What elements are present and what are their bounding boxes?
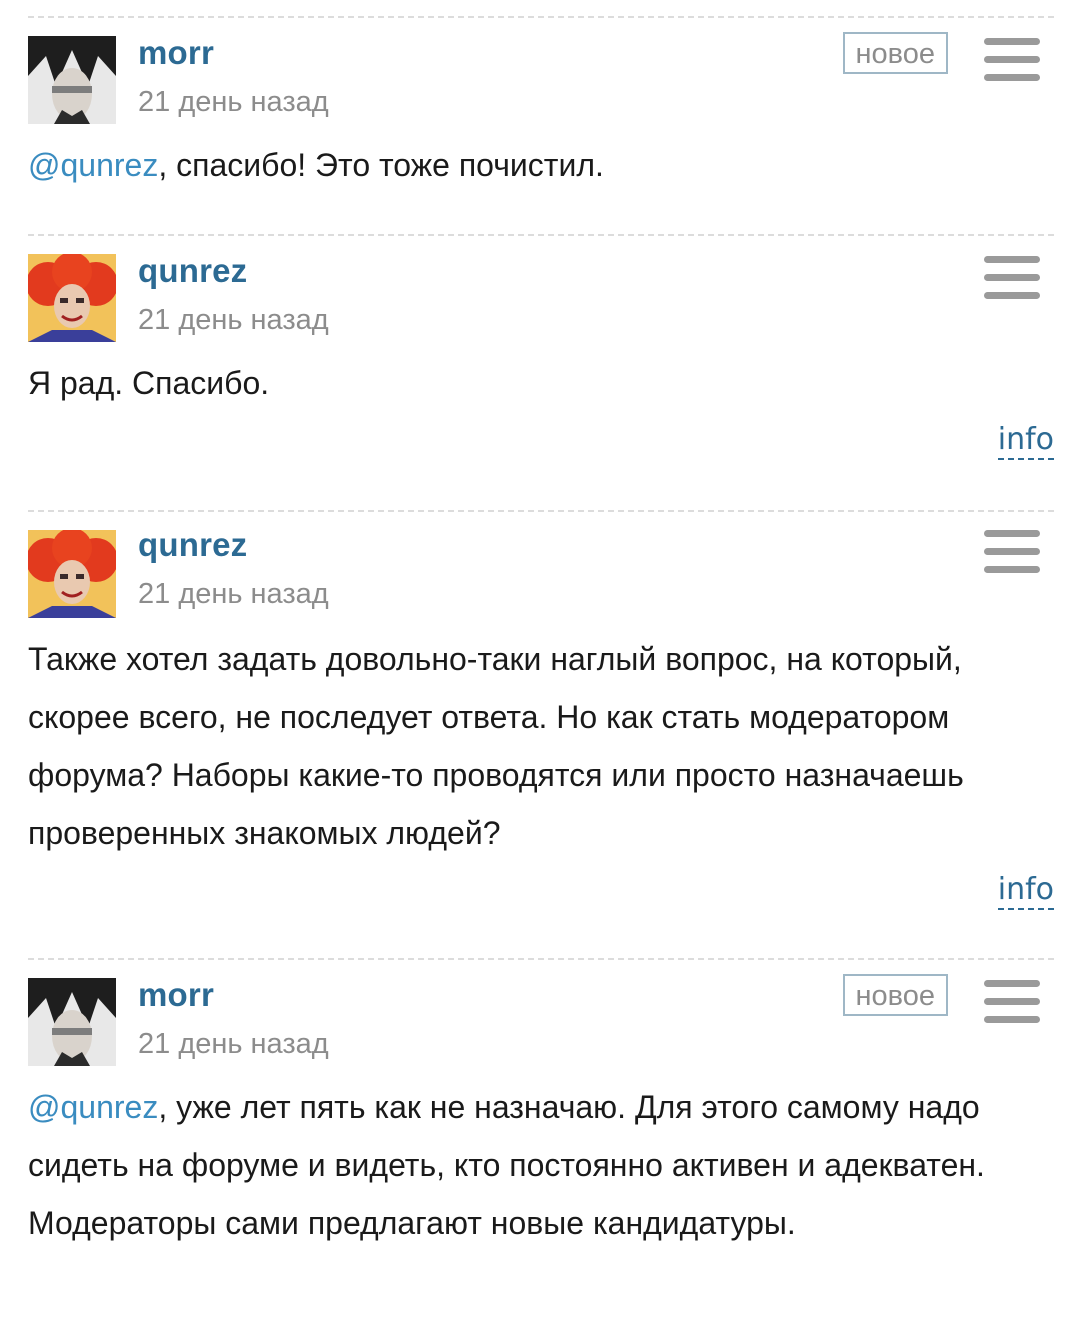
- comment-body: , спасибо! Это тоже почистил.: [158, 147, 604, 183]
- comment: qunrez 21 день назад Также хотел задать …: [28, 510, 1054, 932]
- new-badge: новое: [842, 32, 948, 74]
- avatar-morr[interactable]: [28, 978, 116, 1066]
- new-badge: новое: [842, 974, 948, 1016]
- comment: morr 21 день назад новое @qunrez, спасиб…: [28, 16, 1054, 218]
- avatar-qunrez[interactable]: [28, 254, 116, 342]
- hamburger-menu-icon[interactable]: [984, 980, 1040, 1024]
- comment-body: , уже лет пять как не назначаю. Для этог…: [28, 1089, 985, 1241]
- avatar-qunrez[interactable]: [28, 530, 116, 618]
- comment-text: Я рад. Спасибо.: [28, 365, 270, 401]
- anime-avatar-icon: [28, 978, 116, 1066]
- clown-avatar-icon: [28, 254, 116, 342]
- comment-time: 21 день назад: [138, 1028, 329, 1060]
- avatar-morr[interactable]: [28, 36, 116, 124]
- info-link[interactable]: info: [997, 422, 1054, 460]
- comment-text: @qunrez, спасибо! Это тоже почистил.: [28, 136, 1038, 194]
- comment-author[interactable]: morr: [138, 34, 214, 72]
- comment-author[interactable]: qunrez: [138, 252, 247, 290]
- comment: morr 21 день назад новое @qunrez, уже ле…: [28, 958, 1054, 1344]
- comment-author[interactable]: morr: [138, 976, 214, 1014]
- mention-link[interactable]: @qunrez: [28, 1089, 158, 1125]
- mention-link[interactable]: @qunrez: [28, 147, 158, 183]
- info-link[interactable]: info: [997, 872, 1054, 910]
- comment-text: Также хотел задать довольно-таки наглый …: [28, 641, 964, 851]
- clown-avatar-icon: [28, 530, 116, 618]
- comment: qunrez 21 день назад Я рад. Спасибо. inf…: [28, 234, 1054, 476]
- comment-time: 21 день назад: [138, 86, 329, 118]
- hamburger-menu-icon[interactable]: [984, 530, 1040, 574]
- comment-text: @qunrez, уже лет пять как не назначаю. Д…: [28, 1078, 1028, 1252]
- comment-time: 21 день назад: [138, 578, 329, 610]
- hamburger-menu-icon[interactable]: [984, 38, 1040, 82]
- anime-avatar-icon: [28, 36, 116, 124]
- comment-author[interactable]: qunrez: [138, 526, 247, 564]
- comment-time: 21 день назад: [138, 304, 329, 336]
- hamburger-menu-icon[interactable]: [984, 256, 1040, 300]
